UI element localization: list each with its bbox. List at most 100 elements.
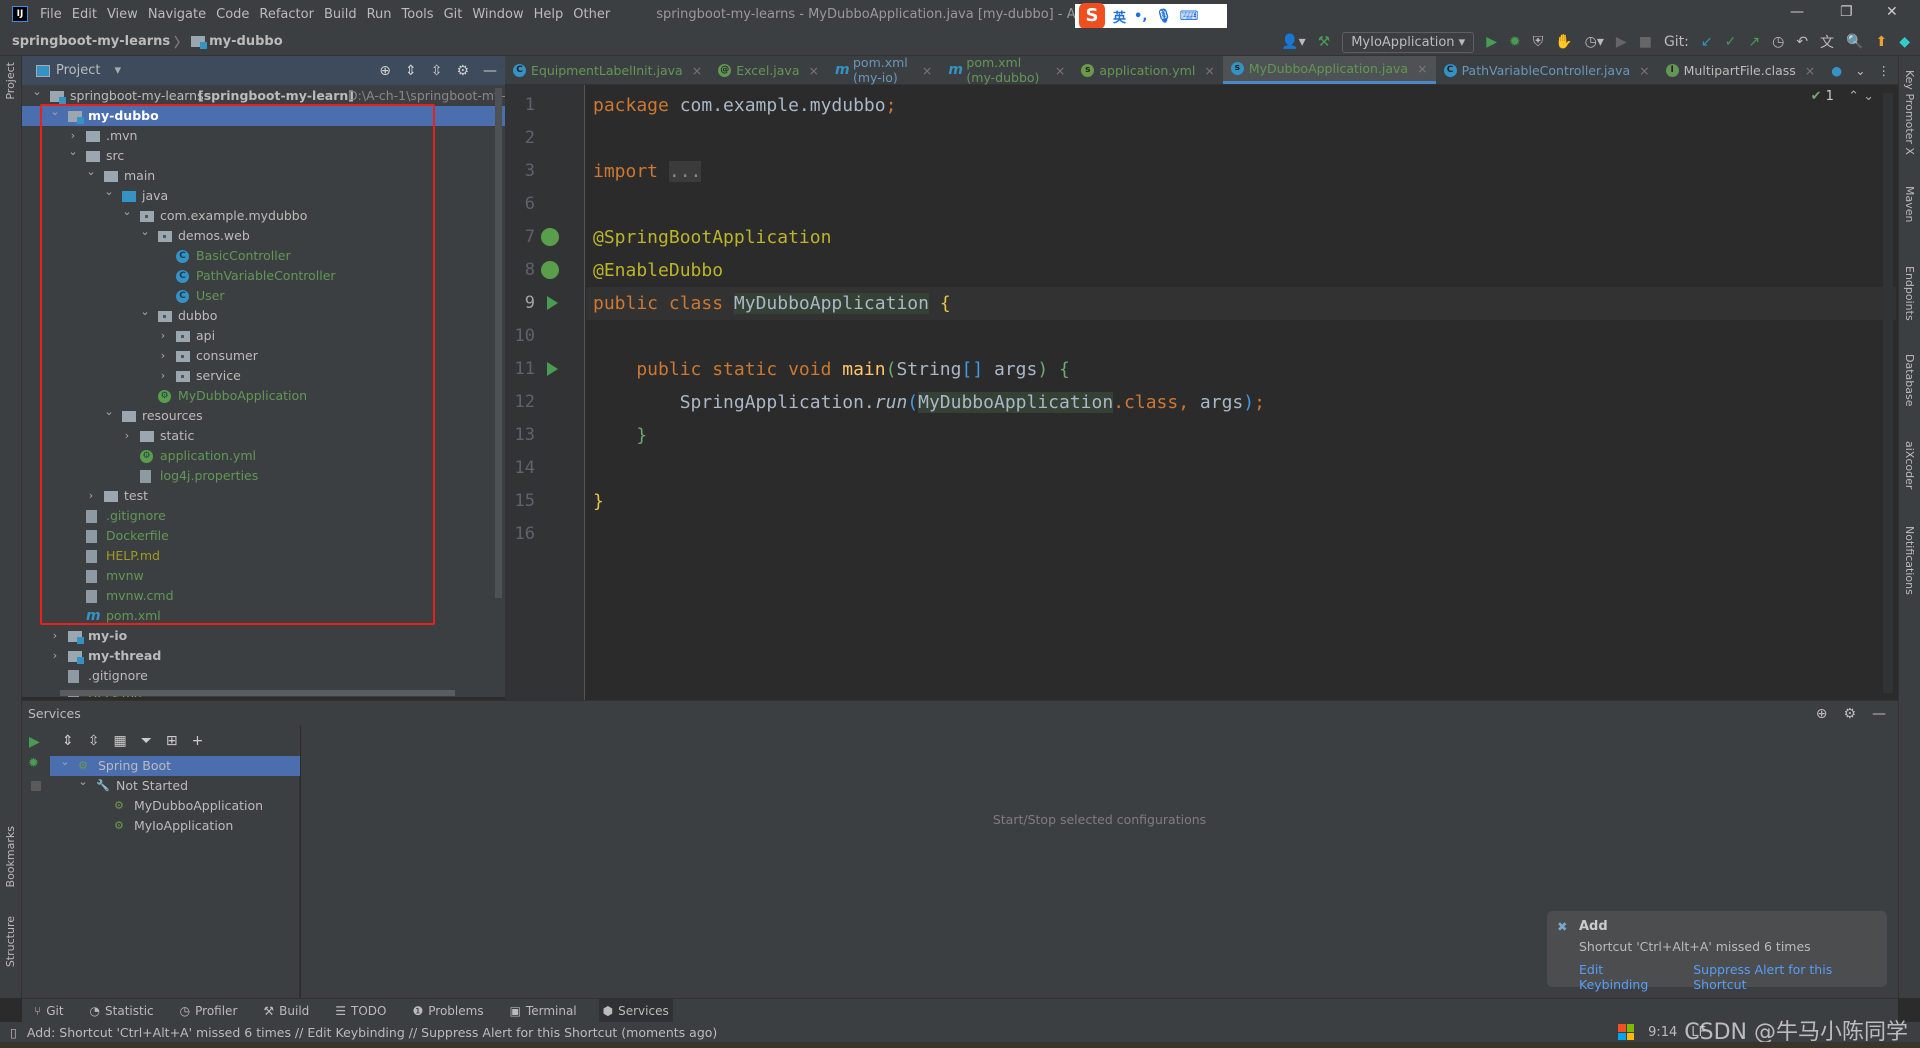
git-push-icon[interactable]: ↗ — [1748, 34, 1760, 50]
run-icon[interactable]: ▶ — [29, 734, 50, 750]
database-tool-button[interactable]: Database — [1903, 354, 1916, 407]
tab-excel-java[interactable]: @ Excel.java × — [710, 56, 827, 84]
close-tab-icon[interactable]: × — [809, 63, 819, 78]
suppress-alert-link[interactable]: Suppress Alert for this Shortcut — [1693, 962, 1887, 992]
menu-run[interactable]: Run — [367, 7, 392, 22]
spring-bean-gutter-icon[interactable] — [541, 228, 559, 246]
collapse-all-icon[interactable]: ⇳ — [431, 63, 443, 79]
git-update-icon[interactable]: ↙ — [1701, 34, 1713, 50]
code-editor[interactable]: 1 2 3 6 7 8 9 10 11 12 13 14 15 16 package com.exampl… — [505, 85, 1898, 700]
coverage-icon[interactable]: ⛨ — [1533, 34, 1544, 50]
tool-tab-services[interactable]: ⬢ Services — [598, 998, 673, 1023]
project-horizontal-scrollbar[interactable] — [60, 690, 455, 696]
menu-edit[interactable]: Edit — [72, 7, 97, 22]
tab-application-yml[interactable]: s application.yml × — [1073, 56, 1222, 84]
breadcrumb-project[interactable]: springboot-my-learns — [12, 34, 170, 49]
debug-icon[interactable]: ✹ — [28, 756, 50, 771]
run-gutter-icon[interactable] — [547, 362, 558, 376]
resume-icon[interactable]: ▶ — [1616, 34, 1627, 50]
breadcrumb-module[interactable]: my-dubbo — [209, 34, 283, 49]
tab-pom-xml-my-dubbo-[interactable]: m pom.xml (my-dubbo) × — [940, 55, 1073, 85]
minimize-button[interactable]: — — [1790, 4, 1804, 20]
aixcoder-tool-button[interactable]: aiXcoder — [1903, 441, 1916, 489]
hide-icon[interactable]: — — [1872, 706, 1886, 722]
tree-row[interactable]: ⚙ MyIoApplication — [50, 816, 300, 836]
key-promoter-tool-button[interactable]: Key Promoter X — [1903, 70, 1916, 155]
add-service-icon[interactable]: + — [192, 733, 204, 749]
close-tab-icon[interactable]: × — [692, 63, 702, 78]
bookmarks-tool-button[interactable]: Bookmarks — [4, 826, 17, 887]
chevron-right-icon[interactable]: › — [50, 646, 60, 666]
status-message[interactable]: Add: Shortcut 'Ctrl+Alt+A' missed 6 time… — [27, 1025, 717, 1040]
globe-icon[interactable]: ⊕ — [1816, 706, 1828, 722]
search-icon[interactable]: 🔍 — [1846, 34, 1863, 50]
tab-mydubboapplication-java[interactable]: s MyDubboApplication.java × — [1222, 56, 1436, 84]
ime-toolbar[interactable]: S 英 •, 🎙 ⌨ — [1075, 3, 1227, 29]
ime-punct[interactable]: •, — [1134, 9, 1147, 24]
menu-tools[interactable]: Tools — [402, 7, 434, 22]
tool-tab-statistic[interactable]: ◔ Statistic — [86, 999, 158, 1023]
update-icon[interactable]: ⬆ — [1875, 34, 1887, 50]
tree-row[interactable]: ⚙ MyDubboApplication — [50, 796, 300, 816]
tree-row[interactable]: ⌄ springboot-my-learns [springboot-my-lear… — [22, 85, 505, 106]
editor-scrollbar[interactable] — [1883, 93, 1893, 693]
close-window-button[interactable]: ✕ — [1886, 4, 1898, 20]
tree-row[interactable]: .gitignore — [22, 666, 505, 686]
inspection-widget[interactable]: ✔ 1 ⌃ ⌄ — [1811, 89, 1874, 104]
build-hammer-icon[interactable]: ⚒ — [1318, 34, 1331, 50]
tool-tab-profiler[interactable]: ◷ Profiler — [176, 999, 242, 1023]
tree-row[interactable]: › my-io — [22, 626, 505, 646]
filter-icon[interactable]: ⏷ — [141, 733, 152, 749]
mic-icon[interactable]: 🎙 — [1155, 9, 1172, 24]
chevron-right-icon[interactable]: › — [50, 626, 60, 646]
tool-tab-git[interactable]: ⑂ Git — [30, 999, 68, 1023]
plugin-icon[interactable]: ◆ — [1899, 34, 1910, 50]
ime-language[interactable]: 英 — [1113, 7, 1126, 26]
tree-row[interactable]: › my-thread — [22, 646, 505, 666]
menu-file[interactable]: File — [40, 7, 62, 22]
run-gutter-icon[interactable] — [547, 296, 558, 310]
menu-view[interactable]: View — [107, 7, 138, 22]
tab-equipmentlabelinit-java[interactable]: C EquipmentLabelInit.java × — [505, 56, 710, 84]
close-tab-icon[interactable]: × — [1417, 61, 1427, 76]
chevron-down-icon[interactable]: ⌄ — [32, 85, 42, 102]
group-by-icon[interactable]: ▦ — [113, 733, 126, 749]
tool-tab-problems[interactable]: ❶ Problems — [409, 999, 488, 1023]
close-tab-icon[interactable]: × — [1805, 63, 1815, 78]
stop-icon[interactable]: ■ — [1639, 34, 1652, 50]
notifications-tool-button[interactable]: Notifications — [1903, 526, 1916, 595]
chevron-down-icon[interactable]: ⌄ — [60, 752, 70, 772]
menu-build[interactable]: Build — [324, 7, 357, 22]
rollback-icon[interactable]: ↶ — [1796, 34, 1808, 50]
maven-tool-button[interactable]: Maven — [1903, 186, 1916, 222]
menu-refactor[interactable]: Refactor — [259, 7, 314, 22]
expand-all-icon[interactable]: ⇕ — [405, 63, 417, 79]
git-commit-icon[interactable]: ✓ — [1725, 34, 1737, 50]
translate-icon[interactable]: 文 — [1820, 32, 1834, 52]
tab-pom-xml-my-io-[interactable]: m pom.xml (my-io) × — [827, 55, 940, 85]
more-run-icon[interactable]: ◷▾ — [1585, 34, 1604, 50]
gear-icon[interactable]: ⚙ — [1843, 706, 1856, 722]
history-icon[interactable]: ◷ — [1772, 34, 1784, 50]
tool-tab-todo[interactable]: ☰ TODO — [331, 999, 390, 1023]
close-tab-icon[interactable]: × — [1639, 63, 1649, 78]
menu-git[interactable]: Git — [444, 7, 463, 22]
chevron-down-icon[interactable]: ⌄ — [78, 772, 88, 792]
maximize-button[interactable]: ❐ — [1840, 4, 1853, 20]
spring-bean-gutter-icon[interactable] — [541, 261, 559, 279]
chevron-down-icon[interactable]: ▾ — [114, 63, 121, 78]
menu-window[interactable]: Window — [472, 7, 523, 22]
locate-icon[interactable]: ⊕ — [379, 63, 391, 79]
tab-pathvariablecontroller-java[interactable]: C PathVariableController.java × — [1436, 56, 1658, 84]
debug-icon[interactable]: ✹ — [1509, 34, 1521, 50]
user-icon[interactable]: 👤▾ — [1281, 34, 1305, 50]
structure-tool-button[interactable]: Structure — [4, 916, 17, 967]
tool-tab-terminal[interactable]: ▣ Terminal — [506, 999, 581, 1023]
stop-icon[interactable] — [31, 781, 41, 791]
expand-all-icon[interactable]: ⇕ — [62, 733, 74, 749]
project-view-title[interactable]: Project — [56, 63, 100, 78]
menu-navigate[interactable]: Navigate — [148, 7, 206, 22]
edit-keybinding-link[interactable]: Edit Keybinding — [1579, 962, 1675, 992]
close-tab-icon[interactable]: × — [1204, 63, 1214, 78]
endpoints-tool-button[interactable]: Endpoints — [1903, 266, 1916, 321]
